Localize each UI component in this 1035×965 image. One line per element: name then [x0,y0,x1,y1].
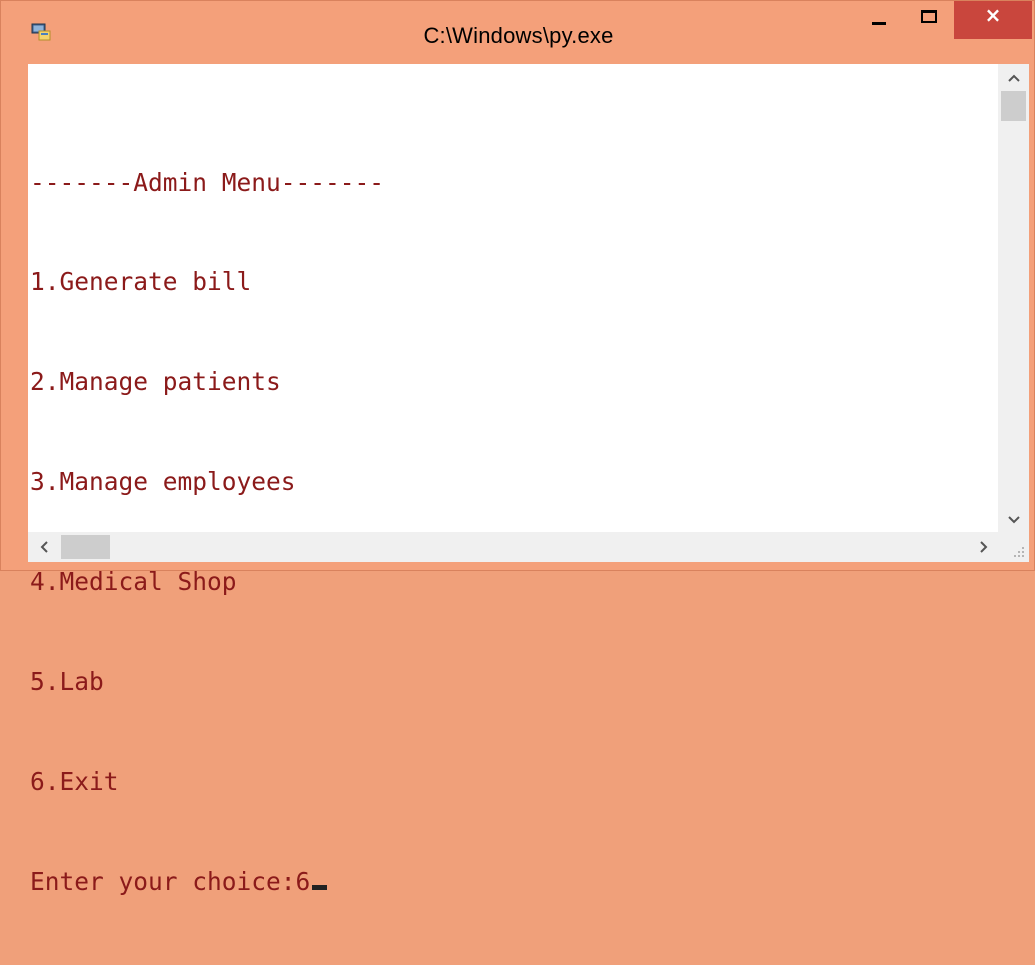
scroll-down-button[interactable] [998,508,1029,532]
chevron-up-icon [1007,74,1020,82]
vertical-scrollbar[interactable] [998,64,1029,562]
maximize-button[interactable] [904,1,954,39]
menu-option-manage-employees: 3.Manage employees [30,467,296,497]
close-icon: × [984,3,1002,27]
resize-grip-icon [1014,547,1024,557]
vertical-scroll-thumb[interactable] [1001,91,1026,121]
console-window: C:\Windows\py.exe × -------Admin Menu---… [0,0,1035,896]
menu-option-generate-bill: 1.Generate bill [30,267,252,297]
menu-option-medical-shop: 4.Medical Shop [30,567,237,597]
minimize-button[interactable] [854,1,904,39]
scroll-left-button[interactable] [30,532,58,562]
console-client-area[interactable]: -------Admin Menu------- 1.Generate bill… [28,64,1029,896]
minimize-icon [872,21,886,25]
choice-prompt-line[interactable]: Enter your choice:6 [30,865,998,898]
menu-option-manage-patients: 2.Manage patients [30,367,281,397]
close-button[interactable]: × [954,1,1032,39]
choice-prompt: Enter your choice: [30,866,296,896]
horizontal-scrollbar[interactable] [28,532,998,562]
chevron-down-icon [1007,516,1020,524]
choice-input-value[interactable]: 6 [296,867,311,896]
console-output[interactable]: -------Admin Menu------- 1.Generate bill… [28,99,998,896]
chevron-right-icon [980,541,988,553]
maximize-icon [921,9,937,23]
scrollbar-corner[interactable] [998,532,1029,562]
menu-header: -------Admin Menu------- [30,167,385,197]
menu-option-exit: 6.Exit [30,766,119,796]
menu-option-lab: 5.Lab [30,667,104,697]
chevron-left-icon [40,541,48,553]
scroll-up-button[interactable] [998,66,1029,90]
scroll-right-button[interactable] [970,532,998,562]
title-bar[interactable]: C:\Windows\py.exe × [1,1,1035,63]
text-cursor [312,884,328,890]
horizontal-scroll-thumb[interactable] [61,535,110,559]
